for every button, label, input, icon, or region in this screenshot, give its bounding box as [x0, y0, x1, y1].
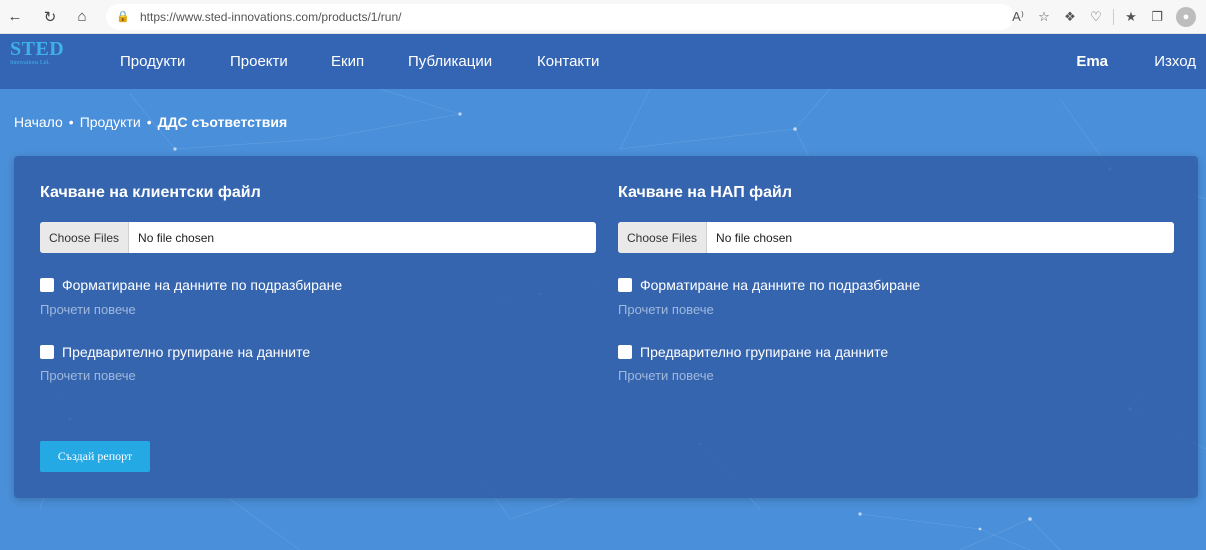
nav-contacts[interactable]: Контакти: [537, 53, 599, 70]
breadcrumb-separator: •: [146, 114, 152, 130]
client-pregroup-label: Предварително групиране на данните: [62, 344, 311, 360]
client-default-format-label: Форматиране на данните по подразбиране: [62, 277, 343, 293]
client-pregroup-readmore[interactable]: Прочети повече: [40, 368, 136, 383]
nap-pregroup-checkbox[interactable]: [618, 345, 632, 359]
nap-default-format-readmore[interactable]: Прочети повече: [618, 302, 714, 317]
browser-actions: A⁾ ☆ ❖ ♡ ★ ❐ ●: [1005, 6, 1196, 28]
breadcrumb-separator: •: [68, 114, 74, 130]
nap-pregroup-option[interactable]: Предварително групиране на данните: [618, 344, 888, 360]
extensions-icon[interactable]: ❖: [1057, 6, 1083, 28]
nap-default-format-checkbox[interactable]: [618, 278, 632, 292]
read-aloud-icon[interactable]: A⁾: [1005, 6, 1031, 28]
nap-default-format-label: Форматиране на данните по подразбиране: [640, 277, 921, 293]
upload-panel: Качване на клиентски файл Choose Files N…: [14, 156, 1198, 498]
home-icon[interactable]: ⌂: [71, 6, 93, 28]
nav-products[interactable]: Продукти: [120, 53, 185, 70]
breadcrumb-home[interactable]: Начало: [14, 114, 63, 130]
nap-file-title: Качване на НАП файл: [618, 184, 793, 201]
favorite-add-icon[interactable]: ☆: [1031, 6, 1057, 28]
logo-text: STED: [10, 38, 65, 60]
breadcrumb-products[interactable]: Продукти: [80, 114, 141, 130]
client-default-format-option[interactable]: Форматиране на данните по подразбиране: [40, 277, 342, 293]
toolbar-divider: [1113, 9, 1114, 25]
site-navbar: STED Innovations Ltd. Продукти Проекти Е…: [0, 34, 1206, 89]
client-pregroup-checkbox[interactable]: [40, 345, 54, 359]
collections-icon[interactable]: ❐: [1144, 6, 1170, 28]
client-pregroup-option[interactable]: Предварително групиране на данните: [40, 344, 310, 360]
address-bar[interactable]: 🔒 https://www.sted-innovations.com/produ…: [106, 3, 1014, 30]
nap-choose-files-button[interactable]: Choose Files: [618, 222, 708, 253]
logo-subtext: Innovations Ltd.: [10, 60, 50, 66]
logout-link[interactable]: Изход: [1154, 53, 1196, 70]
nap-file-status: No file chosen: [716, 230, 793, 245]
nav-projects[interactable]: Проекти: [230, 53, 288, 70]
nap-pregroup-label: Предварително групиране на данните: [640, 344, 889, 360]
browser-toolbar: ← ↻ ⌂ 🔒 https://www.sted-innovations.com…: [0, 0, 1206, 34]
nav-publications[interactable]: Публикации: [408, 53, 492, 70]
reload-icon[interactable]: ↻: [39, 6, 61, 28]
nap-default-format-option[interactable]: Форматиране на данните по подразбиране: [618, 277, 920, 293]
current-user: Ema: [1076, 53, 1108, 70]
breadcrumb-current: ДДС съответствия: [157, 114, 288, 130]
client-default-format-readmore[interactable]: Прочети повече: [40, 302, 136, 317]
client-file-status: No file chosen: [138, 230, 215, 245]
client-file-title: Качване на клиентски файл: [40, 184, 261, 201]
address-url: https://www.sted-innovations.com/product…: [140, 9, 402, 24]
nap-file-input[interactable]: Choose Files No file chosen: [618, 222, 1174, 253]
client-choose-files-button[interactable]: Choose Files: [40, 222, 130, 253]
client-file-input[interactable]: Choose Files No file chosen: [40, 222, 596, 253]
site-logo[interactable]: STED Innovations Ltd.: [10, 39, 82, 79]
lock-icon[interactable]: 🔒: [116, 10, 134, 23]
nav-team[interactable]: Екип: [331, 53, 364, 70]
nap-pregroup-readmore[interactable]: Прочети повече: [618, 368, 714, 383]
browser-essentials-icon[interactable]: ♡: [1083, 6, 1109, 28]
back-icon[interactable]: ←: [4, 6, 26, 28]
create-report-button[interactable]: Създай репорт: [40, 441, 150, 472]
favorites-icon[interactable]: ★: [1118, 6, 1144, 28]
profile-icon[interactable]: ●: [1176, 7, 1196, 27]
breadcrumb: Начало • Продукти • ДДС съответствия: [14, 114, 287, 130]
client-default-format-checkbox[interactable]: [40, 278, 54, 292]
